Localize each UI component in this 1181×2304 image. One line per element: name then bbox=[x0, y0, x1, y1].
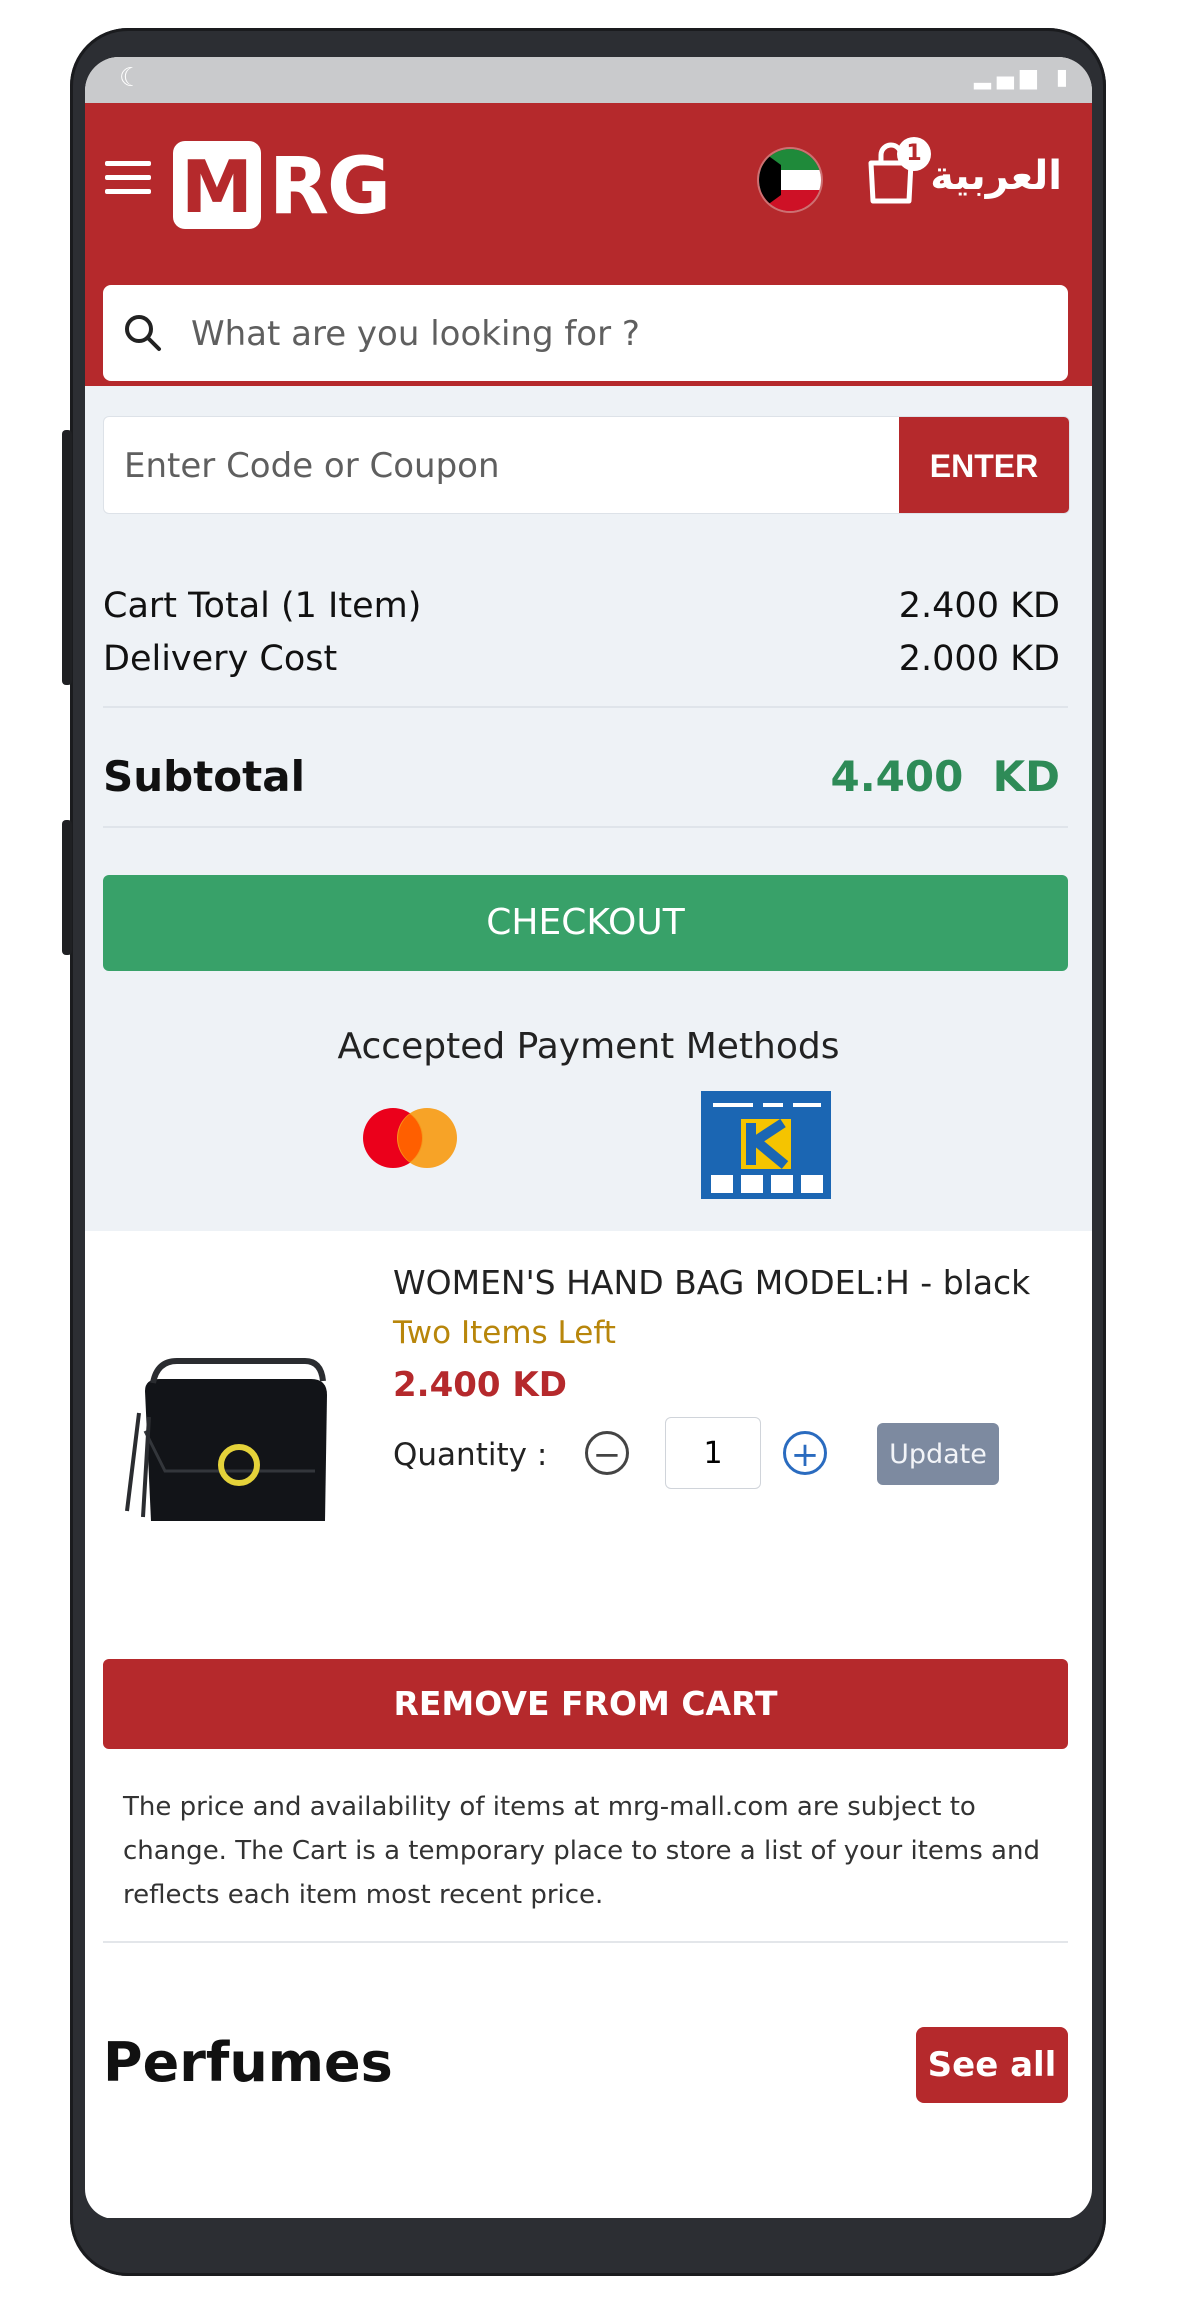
search-bar[interactable] bbox=[103, 285, 1068, 383]
minus-circle-icon[interactable]: − bbox=[585, 1431, 629, 1475]
hamburger-icon[interactable] bbox=[105, 161, 151, 195]
phone-power-button bbox=[62, 820, 72, 955]
cart-button[interactable]: 1 bbox=[863, 137, 931, 211]
phone-screen: ☾ ▂▄▆ ▮ M RG 1 العربية What are you look… bbox=[85, 57, 1092, 2219]
subtotal-label: Subtotal bbox=[103, 752, 305, 801]
notice-divider bbox=[103, 1941, 1068, 1943]
plus-circle-icon[interactable]: + bbox=[783, 1431, 827, 1475]
product-name[interactable]: WOMEN'S HAND BAG MODEL:H - black bbox=[393, 1263, 1030, 1302]
language-switch[interactable]: العربية bbox=[930, 153, 1062, 199]
delivery-cost-row: Delivery Cost 2.000 KD bbox=[103, 639, 1068, 679]
phone-volume-button bbox=[62, 430, 72, 685]
update-quantity-button[interactable]: Update bbox=[877, 1423, 999, 1485]
summary-divider bbox=[103, 706, 1068, 708]
checkout-button[interactable]: CHECKOUT bbox=[103, 875, 1068, 971]
product-price: 2.400 KD bbox=[393, 1365, 567, 1405]
quantity-label: Quantity : bbox=[393, 1437, 548, 1473]
cart-total-row: Cart Total (1 Item) 2.400 KD bbox=[103, 586, 1068, 626]
subtotal-value: 4.400 KD bbox=[830, 752, 1060, 801]
cart-product-item: WOMEN'S HAND BAG MODEL:H - black Two Ite… bbox=[85, 1231, 1092, 1651]
quantity-input[interactable] bbox=[665, 1417, 761, 1489]
cart-total-label: Cart Total (1 Item) bbox=[103, 586, 422, 626]
subtotal-row: Subtotal 4.400 KD bbox=[103, 752, 1068, 801]
dnd-moon-icon: ☾ bbox=[119, 63, 143, 93]
knet-logo-icon bbox=[701, 1091, 831, 1199]
mastercard-logo-icon bbox=[363, 1108, 457, 1168]
kuwait-flag-icon[interactable] bbox=[759, 149, 821, 211]
coupon-input[interactable] bbox=[104, 417, 916, 513]
section-title-perfumes: Perfumes bbox=[103, 2031, 393, 2094]
delivery-cost-value: 2.000 KD bbox=[898, 639, 1060, 679]
app-header: M RG 1 العربية bbox=[85, 103, 1092, 386]
delivery-cost-label: Delivery Cost bbox=[103, 639, 338, 679]
stock-status: Two Items Left bbox=[393, 1315, 616, 1351]
status-bar: ☾ ▂▄▆ ▮ bbox=[85, 57, 1092, 103]
coupon-form: ENTER bbox=[103, 416, 1070, 514]
search-input[interactable] bbox=[189, 285, 1053, 383]
payment-methods-title: Accepted Payment Methods bbox=[337, 1026, 840, 1067]
see-all-button[interactable]: See all bbox=[916, 2027, 1068, 2103]
product-image[interactable] bbox=[105, 1321, 345, 1541]
subtotal-divider bbox=[103, 826, 1068, 828]
phone-bottom-bezel bbox=[85, 2218, 1092, 2240]
coupon-enter-button[interactable]: ENTER bbox=[899, 417, 1069, 513]
logo-rg-text: RG bbox=[269, 142, 391, 232]
logo-m-bag: M bbox=[173, 141, 261, 229]
signal-battery-icons: ▂▄▆ ▮ bbox=[974, 65, 1074, 90]
cart-count-badge: 1 bbox=[897, 137, 931, 171]
remove-from-cart-button[interactable]: REMOVE FROM CART bbox=[103, 1659, 1068, 1749]
price-notice-text: The price and availability of items at m… bbox=[123, 1792, 1040, 1910]
cart-summary-section: ENTER Cart Total (1 Item) 2.400 KD Deliv… bbox=[85, 386, 1092, 1231]
search-icon[interactable] bbox=[121, 311, 165, 355]
cart-total-value: 2.400 KD bbox=[898, 586, 1060, 626]
